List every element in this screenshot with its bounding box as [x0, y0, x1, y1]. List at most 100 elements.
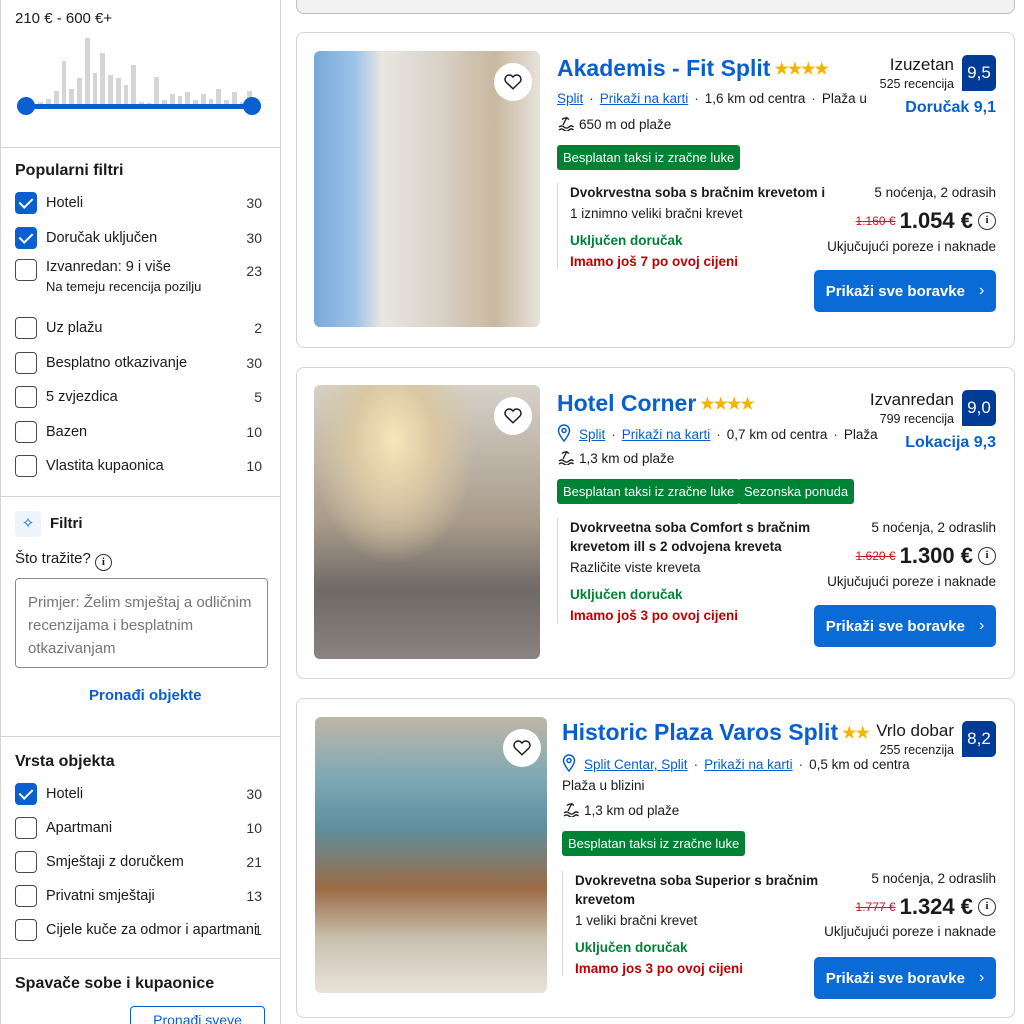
property-name-link[interactable]: Akademis - Fit Split ★★★★ — [557, 55, 829, 82]
filter-label-text: Privatni smještaji — [46, 888, 155, 904]
beach-distance: 1,3 km od plaže — [557, 449, 674, 468]
property-name[interactable]: Akademis - Fit Split — [557, 55, 770, 81]
review-count: 799 recencija — [879, 412, 954, 426]
filter-option[interactable]: Besplatno otkazivanje 30 — [1, 346, 280, 381]
filter-option[interactable]: 5 zvjezdica 5 — [1, 380, 280, 415]
previous-card-edge — [296, 0, 1015, 14]
show-all-stays-button[interactable]: Prikaži sve boravke › — [814, 957, 996, 999]
favorite-button[interactable] — [494, 63, 532, 101]
show-all-stays-button[interactable]: Prikaži sve boravke › — [814, 270, 996, 312]
show-on-map-link[interactable]: Prikaži na karti — [622, 427, 711, 442]
filter-checkbox[interactable] — [15, 351, 37, 374]
location-text: 0,5 km od centra — [809, 757, 910, 772]
filter-option[interactable]: Apartmani 10 — [1, 811, 280, 845]
show-on-map-link[interactable]: Prikaži na karti — [704, 757, 793, 772]
filter-checkbox[interactable] — [15, 420, 37, 443]
heart-icon — [503, 72, 523, 93]
filter-checkbox[interactable] — [15, 226, 37, 249]
filter-option[interactable]: Privatni smještaji 13 — [1, 879, 280, 913]
filter-option[interactable]: Uz plažu 2 — [1, 311, 280, 346]
property-name-link[interactable]: Historic Plaza Varos Split ★★ — [562, 719, 870, 746]
filter-checkbox[interactable] — [15, 386, 37, 409]
filter-label-text: Uz plažu — [46, 320, 103, 337]
property-name-link[interactable]: Hotel Corner ★★★★ — [557, 390, 755, 417]
filter-checkbox[interactable] — [15, 317, 37, 340]
filter-label: Apartmani — [46, 820, 112, 836]
price: 1.160 € 1.054 € i — [856, 208, 996, 234]
filter-checkbox[interactable] — [15, 851, 37, 873]
filter-option[interactable]: Vlastita kupaonica 10 — [1, 449, 280, 484]
filter-option[interactable]: Smještaji z doručkem 21 — [1, 845, 280, 879]
filter-label-text: Smještaji z doručkem — [46, 854, 184, 870]
stay-summary: 5 noćenja, 2 odraslih — [871, 520, 996, 535]
ai-filter-question-text: Što tražite? — [15, 550, 91, 567]
filter-option[interactable]: Cijele kuče za odmor i apartmani 1 — [1, 913, 280, 947]
review-score-badge: 9,5 — [962, 55, 996, 91]
favorite-button[interactable] — [494, 397, 532, 435]
price-range-label: 210 € - 600 €+ — [15, 10, 113, 27]
show-on-map-link[interactable]: Prikaži na karti — [600, 91, 689, 106]
price-histogram — [23, 30, 255, 108]
info-icon[interactable]: i — [978, 212, 996, 230]
filter-label-text: Doručak uključen — [46, 229, 158, 246]
review-word: Vrlo dobar — [876, 721, 954, 740]
filter-checkbox[interactable] — [15, 783, 37, 805]
rooms-find-button[interactable]: Pronađi sveve — [130, 1006, 265, 1024]
beach-distance: 1,3 km od plaže — [562, 801, 679, 820]
room-beds: 1 veliki bračni krevet — [575, 913, 698, 928]
show-all-stays-label: Prikaži sve boravke — [825, 617, 965, 635]
availability-warning: Imamo još 7 po ovoj cijeni — [570, 254, 739, 269]
current-price: 1.054 € — [899, 208, 973, 233]
price-slider-min-handle[interactable] — [17, 97, 35, 115]
review-score-badge: 8,2 — [962, 721, 996, 757]
room-name: Dvokrveetna soba Comfort s bračnim kreve… — [570, 520, 811, 554]
price-slider-max-handle[interactable] — [243, 97, 261, 115]
info-icon[interactable]: i — [978, 547, 996, 565]
filter-count: 30 — [246, 786, 262, 802]
property-card: Hotel Corner ★★★★ Izvanredan 799 recencij… — [296, 367, 1015, 679]
favorite-button[interactable] — [503, 729, 541, 767]
show-all-stays-button[interactable]: Prikaži sve boravke › — [814, 605, 996, 647]
city-link[interactable]: Split — [557, 91, 583, 106]
filter-checkbox[interactable] — [15, 259, 37, 281]
filter-option[interactable]: Hoteli 30 — [1, 186, 280, 221]
filter-checkbox[interactable] — [15, 885, 37, 907]
breakfast-included: Uključen doručak — [570, 233, 683, 248]
property-name[interactable]: Hotel Corner — [557, 390, 696, 416]
location-text: Plaža — [843, 427, 878, 442]
city-link[interactable]: Split — [579, 427, 605, 442]
taxes-note: Ukjučujući poreze i naknade — [827, 574, 996, 589]
sub-score: Lokacija 9,3 — [905, 434, 996, 451]
popular-filters-title: Popularni filtri — [15, 162, 124, 179]
info-icon[interactable]: i — [94, 554, 112, 571]
show-all-stays-label: Prikaži sve boravke — [825, 282, 965, 300]
breakfast-included: Uključen doručak — [570, 587, 683, 602]
filter-checkbox[interactable] — [15, 817, 37, 839]
review-count: 525 recencija — [879, 77, 954, 91]
filter-checkbox[interactable] — [15, 455, 37, 478]
filter-checkbox[interactable] — [15, 919, 37, 941]
ai-filter-input[interactable] — [15, 578, 268, 668]
filter-label: Doručak uključen — [46, 230, 157, 246]
filter-option[interactable]: Bazen 10 — [1, 415, 280, 450]
location-text: 1,6 km od centra — [704, 91, 806, 106]
filter-label: 5 zvjezdica — [46, 389, 118, 405]
info-icon[interactable]: i — [978, 898, 996, 916]
city-link[interactable]: Split Centar, Split — [584, 757, 688, 772]
filter-checkbox[interactable] — [15, 192, 37, 215]
original-price: 1.777 € — [855, 900, 896, 914]
filter-option[interactable]: Izvanredan: 9 i više Na temeju recencija … — [1, 255, 280, 311]
filter-option[interactable]: Hoteli 30 — [1, 777, 280, 811]
location-text: 0,7 km od centra — [726, 427, 828, 442]
filter-label: Izvanredan: 9 i više Na temeju recencija … — [46, 259, 201, 294]
filter-label: Uz plažu — [46, 320, 102, 336]
filter-label: Privatni smještaji — [46, 888, 155, 904]
filter-option[interactable]: Doručak uključen 30 — [1, 221, 280, 256]
filter-count: 1 — [254, 922, 262, 938]
deal-badge: Besplatan taksi iz zračne luke — [557, 145, 741, 170]
separator: · — [716, 427, 721, 442]
heart-icon — [503, 406, 523, 427]
find-properties-button[interactable]: Pronađi objekte — [89, 687, 202, 704]
price-slider-track[interactable] — [25, 104, 253, 109]
property-name[interactable]: Historic Plaza Varos Split — [562, 719, 838, 745]
